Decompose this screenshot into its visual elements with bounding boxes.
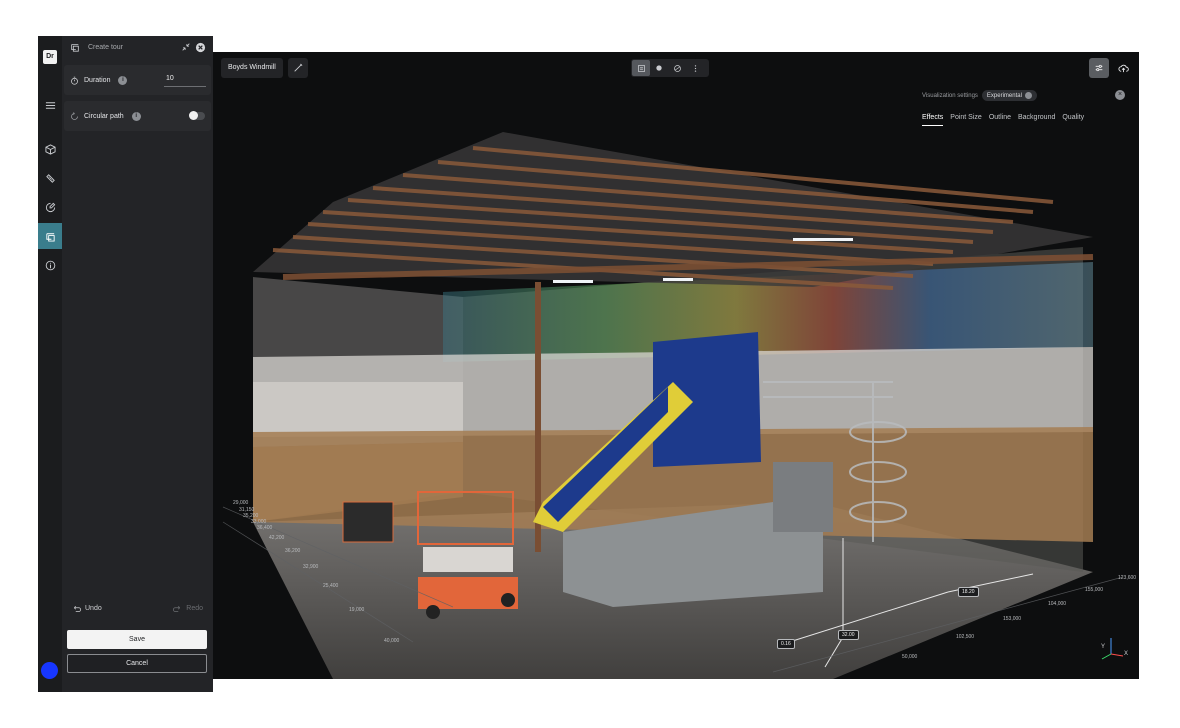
visualization-tabs: Effects Point Size Outline Background Qu… (922, 114, 1091, 126)
axis-tick: 40,000 (384, 638, 400, 644)
duration-info-icon[interactable]: i (118, 75, 128, 85)
project-name-chip[interactable]: Boyds Windmill (221, 58, 283, 78)
undo-label: Undo (85, 605, 102, 612)
ruler-icon-glyph (45, 173, 55, 183)
measurement-label[interactable]: 18.20 (958, 587, 979, 597)
axis-y-label: Y (1101, 644, 1105, 650)
experimental-info-icon[interactable] (1024, 92, 1032, 99)
orbit-icon (673, 64, 681, 72)
app-root: Dr Create tour Duration i 10 Circular pa… (0, 0, 1180, 728)
axis-tick: 153,000 (1003, 616, 1022, 622)
magic-wand-button[interactable] (288, 58, 308, 78)
save-button[interactable]: Save (67, 630, 207, 649)
circular-path-toggle[interactable] (189, 111, 205, 120)
user-avatar[interactable] (41, 662, 58, 679)
ruler-icon[interactable] (38, 165, 62, 191)
view-mode-pointcloud-button[interactable] (632, 60, 650, 76)
measurement-label[interactable]: 32.00 (838, 630, 859, 640)
annotate-icon-glyph (45, 202, 55, 212)
menu-icon[interactable] (38, 92, 62, 118)
tour-header-icon (68, 40, 82, 54)
axis-gizmo[interactable]: Y X (1093, 632, 1129, 662)
more-options-button[interactable] (686, 60, 704, 76)
tab-outline[interactable]: Outline (989, 114, 1011, 126)
timer-icon (71, 76, 78, 85)
experimental-badge: Experimental (981, 90, 1037, 101)
visualization-settings-button[interactable] (1089, 58, 1109, 78)
panel-header: Create tour (62, 36, 213, 58)
visualization-settings-header: Visualization settings Experimental (922, 90, 1037, 101)
cube-icon[interactable] (38, 136, 62, 162)
sphere-icon (656, 65, 662, 71)
axis-tick: 102,500 (956, 634, 975, 640)
create-tour-panel: Create tour Duration i 10 Circular path … (62, 36, 213, 692)
axis-tick: 19,000 (349, 607, 365, 613)
view-mode-bar (631, 59, 709, 77)
info-icon[interactable] (38, 252, 62, 278)
duration-row: Duration i 10 (64, 65, 211, 95)
circular-path-label: Circular path (84, 112, 124, 120)
tab-effects[interactable]: Effects (922, 114, 944, 126)
info-icon-glyph (45, 260, 55, 270)
axis-tick: 25,400 (323, 583, 339, 589)
cube-icon-glyph (44, 143, 56, 155)
axis-tick: 36,400 (257, 525, 273, 531)
duration-label: Duration (84, 76, 111, 84)
magic-wand-icon (294, 63, 303, 72)
axis-tick: 155,000 (1085, 587, 1104, 593)
redo-icon (173, 605, 181, 612)
measurement-label[interactable]: 0.16 (777, 639, 795, 649)
visualization-settings-title: Visualization settings (922, 92, 978, 99)
axis-tick: 123,600 (1118, 575, 1137, 581)
icon-rail: Dr (38, 36, 62, 692)
tour-icon-glyph (45, 232, 55, 242)
circular-path-row: Circular path i (64, 101, 211, 131)
warehouse-point-cloud (222, 132, 1124, 679)
upload-button[interactable] (1113, 58, 1133, 78)
visualization-close-icon[interactable]: × (1115, 90, 1125, 100)
duration-input[interactable]: 10 (164, 73, 206, 87)
panel-title: Create tour (88, 43, 124, 51)
annotate-icon[interactable] (38, 194, 62, 220)
axis-tick: 42,200 (269, 535, 285, 541)
more-vertical-icon (694, 64, 696, 72)
axis-tick: 36,200 (285, 548, 301, 554)
point-cloud-viewport[interactable]: Boyds Windmill Visualization settings Ex… (213, 52, 1139, 679)
tour-icon[interactable] (38, 223, 62, 249)
axis-x-label: X (1124, 651, 1128, 657)
cancel-button[interactable]: Cancel (67, 654, 207, 673)
tab-background[interactable]: Background (1018, 114, 1055, 126)
close-panel-icon[interactable] (193, 40, 207, 54)
view-mode-sphere-button[interactable] (650, 60, 668, 76)
menu-icon-glyph (45, 101, 55, 109)
tab-point-size[interactable]: Point Size (950, 114, 982, 126)
cloud-upload-icon (1117, 64, 1129, 72)
undo-button[interactable]: Undo (72, 604, 102, 613)
axis-tick: 50,000 (902, 654, 918, 660)
tab-quality[interactable]: Quality (1062, 114, 1084, 126)
collapse-icon[interactable] (179, 40, 193, 54)
redo-button[interactable]: Redo (173, 604, 203, 613)
app-logo-text: Dr (43, 50, 57, 64)
axis-tick: 32,900 (303, 564, 319, 570)
circular-path-icon (71, 111, 78, 120)
app-logo[interactable]: Dr (38, 44, 62, 70)
experimental-badge-label: Experimental (986, 92, 1022, 99)
circular-path-info-icon[interactable]: i (131, 111, 141, 121)
pointcloud-icon (637, 64, 645, 72)
axis-tick: 29,000 (233, 500, 249, 506)
axis-tick: 104,000 (1048, 601, 1067, 607)
undo-icon (73, 605, 81, 612)
view-mode-orbit-button[interactable] (668, 60, 686, 76)
sliders-icon (1095, 64, 1103, 72)
redo-label: Redo (186, 605, 203, 612)
